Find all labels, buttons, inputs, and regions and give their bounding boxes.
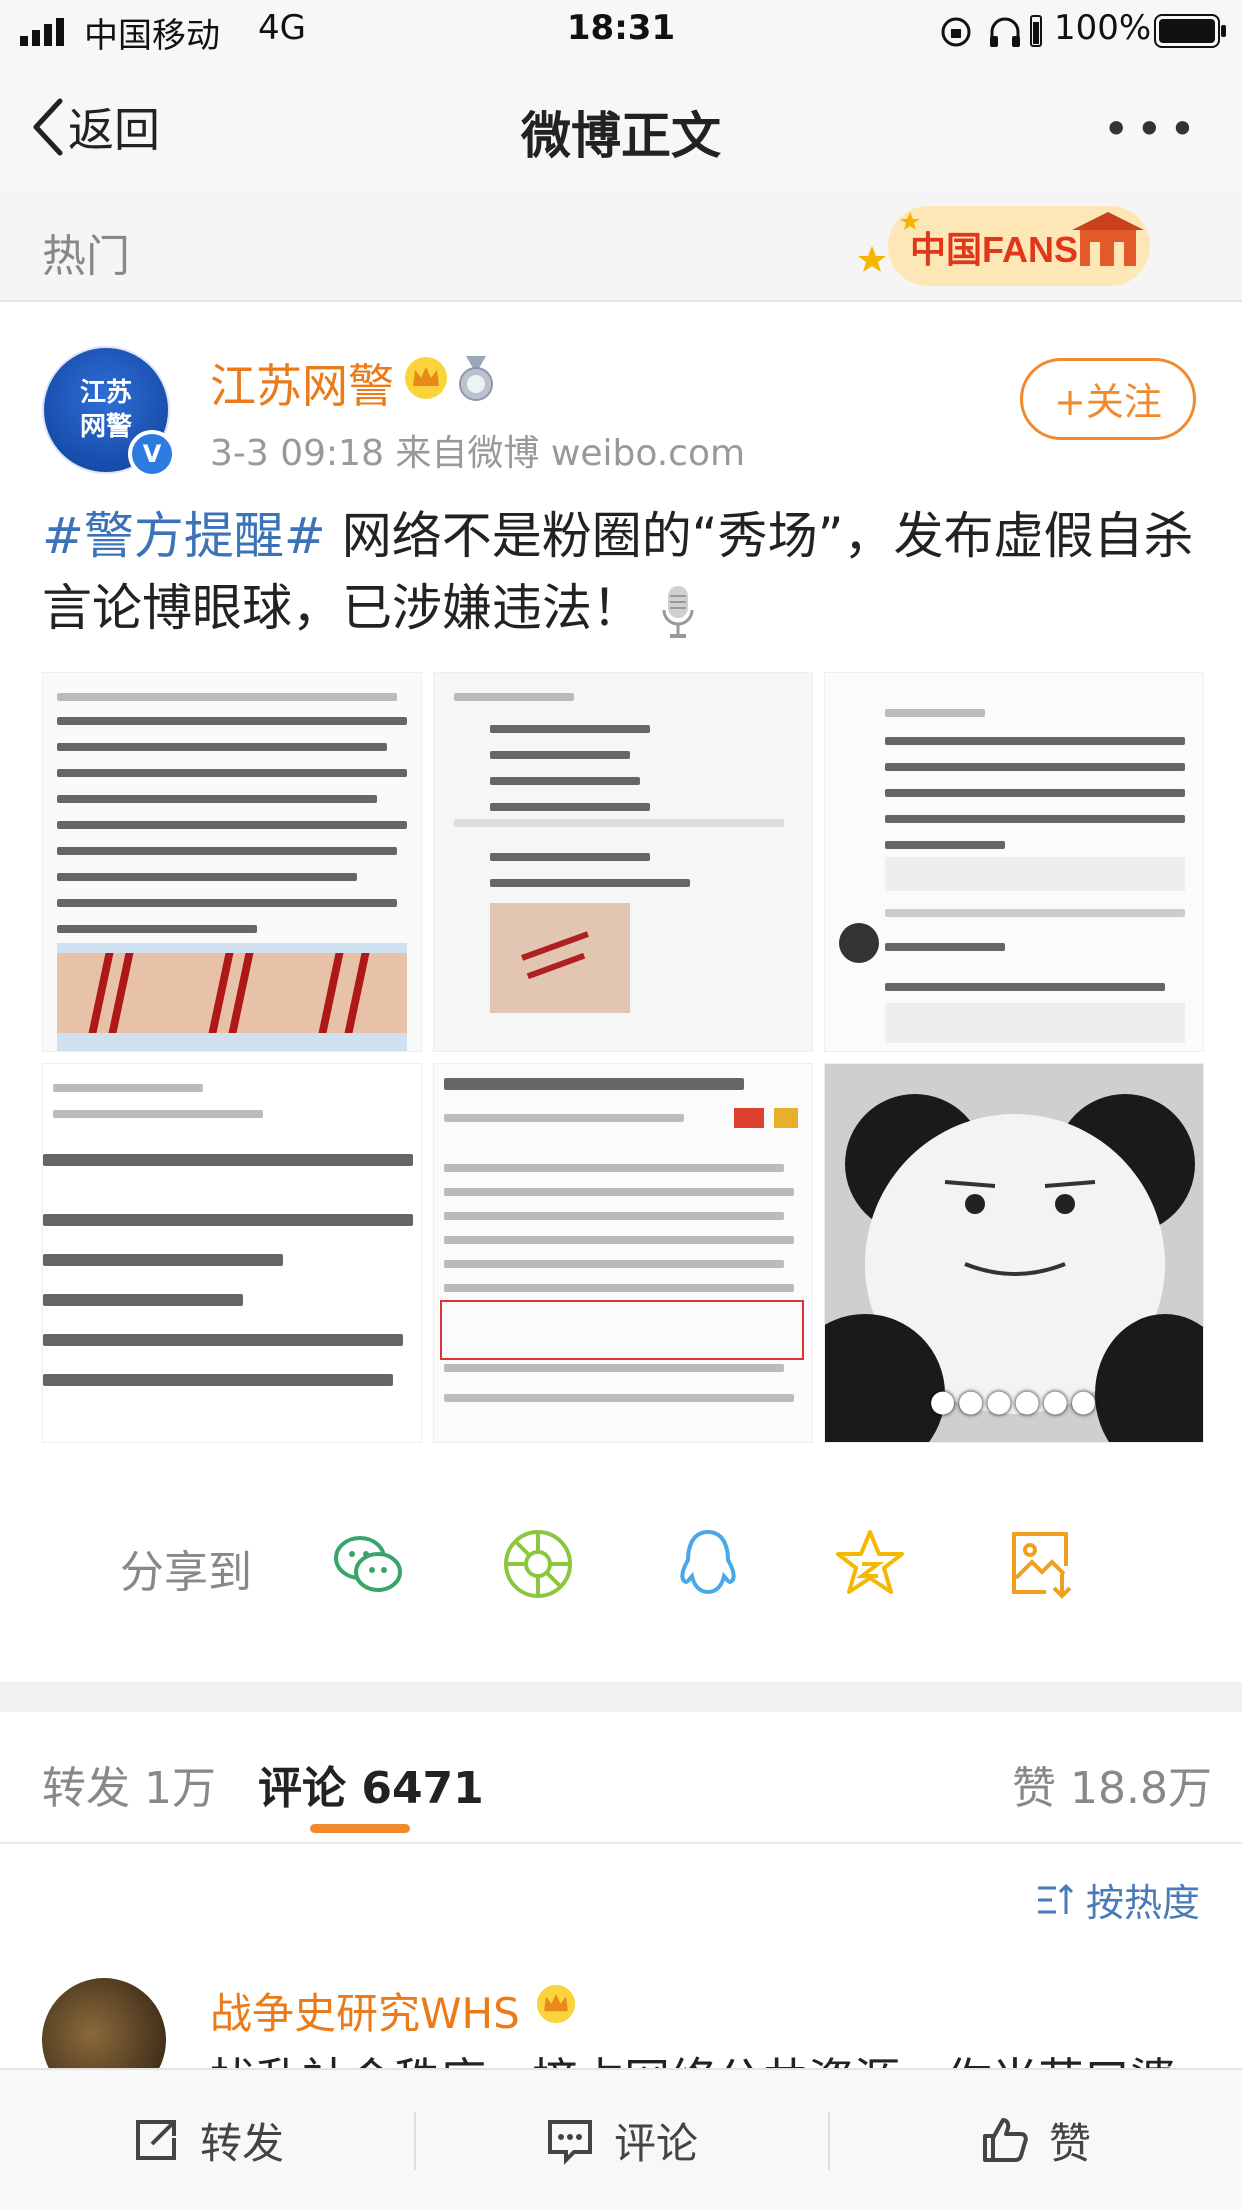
orientation-lock-icon xyxy=(940,16,972,48)
qq-icon[interactable] xyxy=(670,1526,746,1602)
sort-icon xyxy=(1038,1883,1074,1914)
status-bar: 中国移动 4G 18:31 100% xyxy=(0,0,1242,62)
tab-repost-count: 1万 xyxy=(144,1763,216,1814)
battery-small-icon xyxy=(1030,14,1042,48)
comment-icon xyxy=(547,2120,592,2165)
post-image-5[interactable] xyxy=(433,1063,813,1443)
microphone-icon xyxy=(662,585,694,638)
moments-icon[interactable] xyxy=(500,1526,576,1602)
page-title: 微博正文 xyxy=(521,107,721,165)
post-meta: 3-3 09:18 来自微博 weibo.com xyxy=(210,433,746,474)
tabs-divider xyxy=(0,1842,1242,1844)
post-image-1[interactable] xyxy=(42,672,422,1052)
sort-label: 按热度 xyxy=(1086,1881,1201,1925)
tab-repost[interactable]: 转发 1万 xyxy=(42,1752,216,1816)
tab-comment-label: 评论 xyxy=(258,1763,346,1814)
qzone-icon[interactable] xyxy=(832,1526,908,1602)
bottom-action-bar: 转发 评论 赞 xyxy=(0,2068,1242,2210)
save-image-icon[interactable] xyxy=(1004,1526,1080,1602)
active-tab-indicator xyxy=(310,1824,410,1833)
sort-by-hot-button[interactable]: 按热度 xyxy=(1036,1872,1200,1927)
post-image-2[interactable] xyxy=(433,672,813,1052)
comment-button[interactable]: 评论 xyxy=(414,2070,828,2210)
repost-icon xyxy=(135,2120,176,2160)
like-label: 赞 xyxy=(1048,2118,1091,2168)
post-text: #警方提醒# 网络不是粉圈的“秀场”，发布虚假自杀言论博眼球，已涉嫌违法！ xyxy=(42,500,1212,644)
post-image-6[interactable]: ●●●●●● xyxy=(824,1063,1204,1443)
tab-like-label: 赞 xyxy=(1012,1763,1056,1814)
more-images-indicator: ●●●●●● xyxy=(929,1384,1099,1419)
follow-button[interactable]: +关注 xyxy=(1020,358,1196,440)
china-fans-text: 中国FANS xyxy=(910,229,1078,270)
tab-like-count: 18.8万 xyxy=(1070,1763,1212,1814)
more-button[interactable]: ••• xyxy=(1103,102,1202,156)
wechat-icon[interactable] xyxy=(330,1526,406,1602)
battery-icon xyxy=(1154,14,1228,48)
verified-icon: V xyxy=(128,430,176,478)
post-image-3[interactable] xyxy=(824,672,1204,1052)
repost-button[interactable]: 转发 xyxy=(0,2070,414,2210)
thumbs-up-icon xyxy=(982,2118,1028,2162)
tab-like[interactable]: 赞 18.8万 xyxy=(1012,1752,1212,1816)
tab-comment[interactable]: 评论 6471 xyxy=(258,1752,484,1816)
battery-percent: 100% xyxy=(1054,8,1152,48)
commenter-name[interactable]: 战争史研究WHS xyxy=(210,1980,520,2041)
crown-icon xyxy=(404,356,448,400)
like-button[interactable]: 赞 xyxy=(828,2070,1242,2210)
crown-icon xyxy=(536,1984,576,2024)
comment-label: 评论 xyxy=(613,2118,698,2168)
china-fans-badge[interactable]: 中国FANS xyxy=(858,198,1156,290)
section-divider xyxy=(0,1682,1242,1712)
headphones-icon xyxy=(988,16,1022,48)
tab-comment-count: 6471 xyxy=(361,1763,484,1814)
post-hashtag[interactable]: #警方提醒# xyxy=(42,507,326,565)
author-name[interactable]: 江苏网警 xyxy=(210,350,394,416)
hot-label: 热门 xyxy=(42,231,130,282)
repost-label: 转发 xyxy=(199,2118,284,2168)
share-label: 分享到 xyxy=(120,1547,252,1598)
tab-repost-label: 转发 xyxy=(42,1763,130,1814)
navigation-bar: 返回 微博正文 ••• xyxy=(0,62,1242,194)
medal-icon xyxy=(456,354,496,402)
post-image-4[interactable] xyxy=(42,1063,422,1443)
